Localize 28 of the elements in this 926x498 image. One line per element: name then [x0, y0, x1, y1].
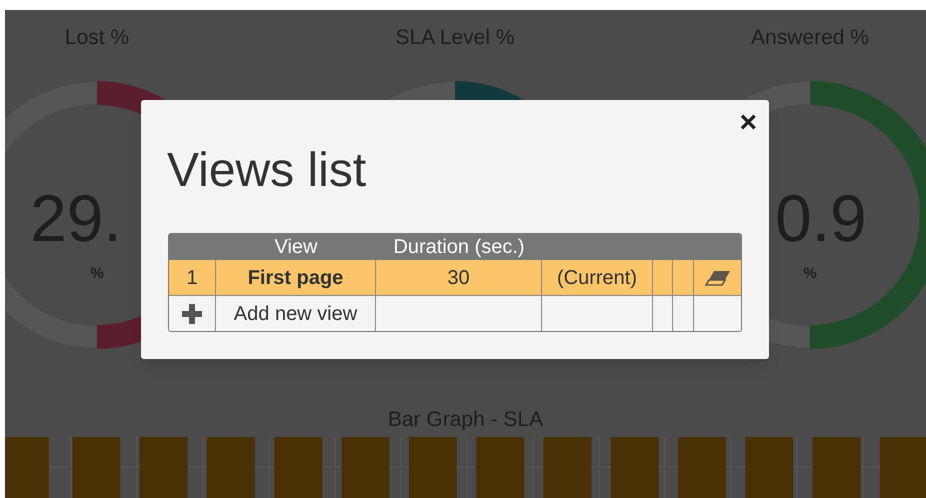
bar — [206, 437, 255, 498]
bar — [745, 437, 794, 498]
bar — [140, 437, 188, 498]
bar — [5, 437, 49, 498]
plus-icon[interactable] — [182, 304, 202, 324]
close-button[interactable]: × — [739, 108, 757, 138]
bar — [812, 437, 861, 498]
table-cell: 30 — [376, 260, 542, 295]
bar — [72, 437, 120, 498]
column-header: Duration (sec.) — [392, 235, 526, 260]
table-cell: (Current) — [542, 260, 653, 295]
dialog-title: Views list — [167, 143, 366, 199]
bar — [342, 437, 390, 498]
bar — [274, 437, 322, 498]
add-view-button[interactable]: Add new view — [216, 296, 376, 331]
bar — [476, 437, 524, 498]
eraser-icon[interactable] — [705, 270, 731, 286]
gauge-unit: % — [803, 265, 817, 282]
bar — [543, 437, 592, 498]
table-cell: First page — [216, 260, 376, 295]
column-header: View — [274, 235, 318, 260]
table-row[interactable]: 1 First page 30 (Current) — [169, 260, 741, 296]
bar — [880, 437, 926, 498]
bar — [678, 437, 726, 498]
table-cell: 1 — [169, 260, 216, 295]
bar — [610, 437, 659, 498]
gauge-unit: % — [90, 265, 104, 282]
bar — [408, 437, 457, 498]
